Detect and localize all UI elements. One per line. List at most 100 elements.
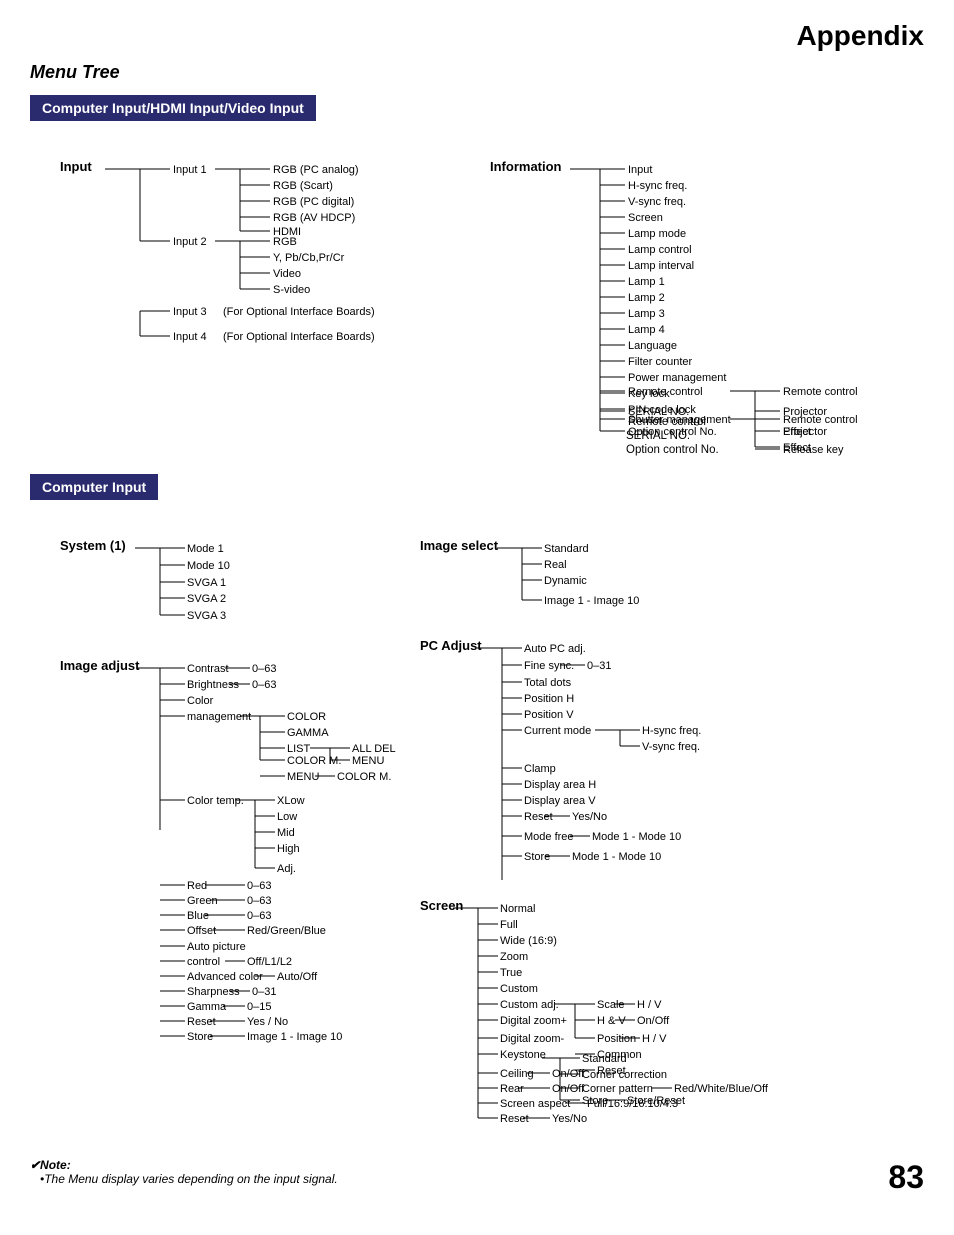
input1-label: Input 1 [173,164,207,176]
pc-adjust-label: PC Adjust [420,638,482,653]
fine-sync-range: 0–31 [587,660,611,672]
red: Red [187,880,207,892]
image-select-label: Image select [420,538,499,553]
corner-pattern-colors: Red/White/Blue/Off [674,1083,769,1095]
color-label: Color [187,695,214,707]
corner-pattern: Corner pattern [582,1083,653,1095]
svga1: SVGA 1 [187,577,226,589]
note-title: ✔Note: [30,1158,71,1172]
h-sync-freq: H-sync freq. [642,725,701,737]
effect-sub: Effect [783,426,811,438]
reset-ia-range: Yes / No [247,1016,288,1028]
contrast: Contrast [187,663,229,675]
green: Green [187,895,218,907]
color-m: COLOR M. [287,755,341,767]
adj: Adj. [277,863,296,875]
gamma-range: 0–15 [247,1001,271,1013]
rgb-pc-digital: RGB (PC digital) [273,196,354,208]
color-mgmt-list: LIST [287,743,311,755]
release-key: Release key [783,444,844,456]
scale-hv: H / V [637,999,662,1011]
store-ia: Store [187,1031,213,1043]
rgb-pc-analog: RGB (PC analog) [273,164,359,176]
green-range: 0–63 [247,895,271,907]
note-section: ✔Note: •The Menu display varies dependin… [30,1158,924,1186]
rgb-av-hdcp: RGB (AV HDCP) [273,212,355,224]
screen-custom: Custom [500,983,538,995]
input3-note: (For Optional Interface Boards) [223,306,375,318]
digital-zoom-plus: Digital zoom+ [500,1015,567,1027]
all-del: ALL DEL [352,743,396,755]
clamp: Clamp [524,763,556,775]
screen-wide: Wide (16:9) [500,935,557,947]
color-m2: COLOR M. [337,771,391,783]
note-text: •The Menu display varies depending on th… [40,1172,338,1186]
auto-off: Auto/Off [277,971,318,983]
info-language: Language [628,340,677,352]
rear-onoff: On/Off [552,1083,585,1095]
rgb-scart: RGB (Scart) [273,180,333,192]
color-mgmt-gamma: GAMMA [287,727,329,739]
projector-sub: Projector [783,406,827,418]
position-v: Position V [524,709,574,721]
system1-label: System (1) [60,538,126,553]
menu2: MENU [287,771,319,783]
reset-ia: Reset [187,1016,216,1028]
info-lamp-mode: Lamp mode [628,228,686,240]
scale: Scale [597,999,625,1011]
screen-aspect-range: Full/16:9/16:10/4:3 [587,1098,678,1110]
is-dynamic: Dynamic [544,575,587,587]
y-pb-cb: Y, Pb/Cb,Pr/Cr [273,252,345,264]
keystone-standard: Standard [582,1053,627,1065]
mode-free-range: Mode 1 - Mode 10 [592,831,681,843]
svga2: SVGA 2 [187,593,226,605]
info-screen: Screen [628,212,663,224]
total-dots: Total dots [524,677,572,689]
screen-label: Screen [420,898,463,913]
mode-free: Mode free [524,831,574,843]
sharpness: Sharpness [187,986,240,998]
info-remote-control2: Remote control [628,386,703,398]
is-image: Image 1 - Image 10 [544,595,639,607]
contrast-range: 0–63 [252,663,276,675]
v-sync-freq: V-sync freq. [642,741,700,753]
gamma: Gamma [187,1001,227,1013]
rear: Rear [500,1083,524,1095]
info-serial: SERIAL NO. [628,406,689,418]
position-hv: H / V [642,1033,667,1045]
section1-header: Computer Input/HDMI Input/Video Input [30,95,316,121]
info-lamp3: Lamp 3 [628,308,665,320]
xlow: XLow [277,795,305,807]
info-lamp-interval: Lamp interval [628,260,694,272]
info-extra-svg: Remote control SERIAL NO. Option control… [30,381,930,461]
section2-header: Computer Input [30,474,158,500]
s-video: S-video [273,284,310,296]
reset-screen: Reset [500,1113,529,1125]
screen-true: True [500,967,522,979]
store-pc-range: Mode 1 - Mode 10 [572,851,661,863]
reset-pc: Reset [524,811,553,823]
input-label: Input [60,159,92,174]
sharpness-range: 0–31 [252,986,276,998]
digital-zoom-minus: Digital zoom- [500,1033,565,1045]
advanced-color: Advanced color [187,971,263,983]
screen-custom-adj: Custom adj. [500,999,559,1011]
video: Video [273,268,301,280]
is-standard: Standard [544,543,589,555]
blue-range: 0–63 [247,910,271,922]
store-ia-range: Image 1 - Image 10 [247,1031,342,1043]
on-off1: On/Off [637,1015,670,1027]
info-filter: Filter counter [628,356,693,368]
is-real: Real [544,559,567,571]
auto-picture: Auto picture [187,941,246,953]
info-lamp1: Lamp 1 [628,276,665,288]
brightness-range: 0–63 [252,679,276,691]
display-v: Display area V [524,795,596,807]
red-range: 0–63 [247,880,271,892]
bottom-tree: System (1) Mode 1 Mode 10 SVGA 1 SVGA 2 … [30,520,924,1143]
fine-sync: Fine sync. [524,660,574,672]
info-hsync: H-sync freq. [628,180,687,192]
info-last-rows: Remote control SERIAL NO. Option control… [30,381,924,464]
offset: Offset [187,925,216,937]
ceiling: Ceiling [500,1068,534,1080]
